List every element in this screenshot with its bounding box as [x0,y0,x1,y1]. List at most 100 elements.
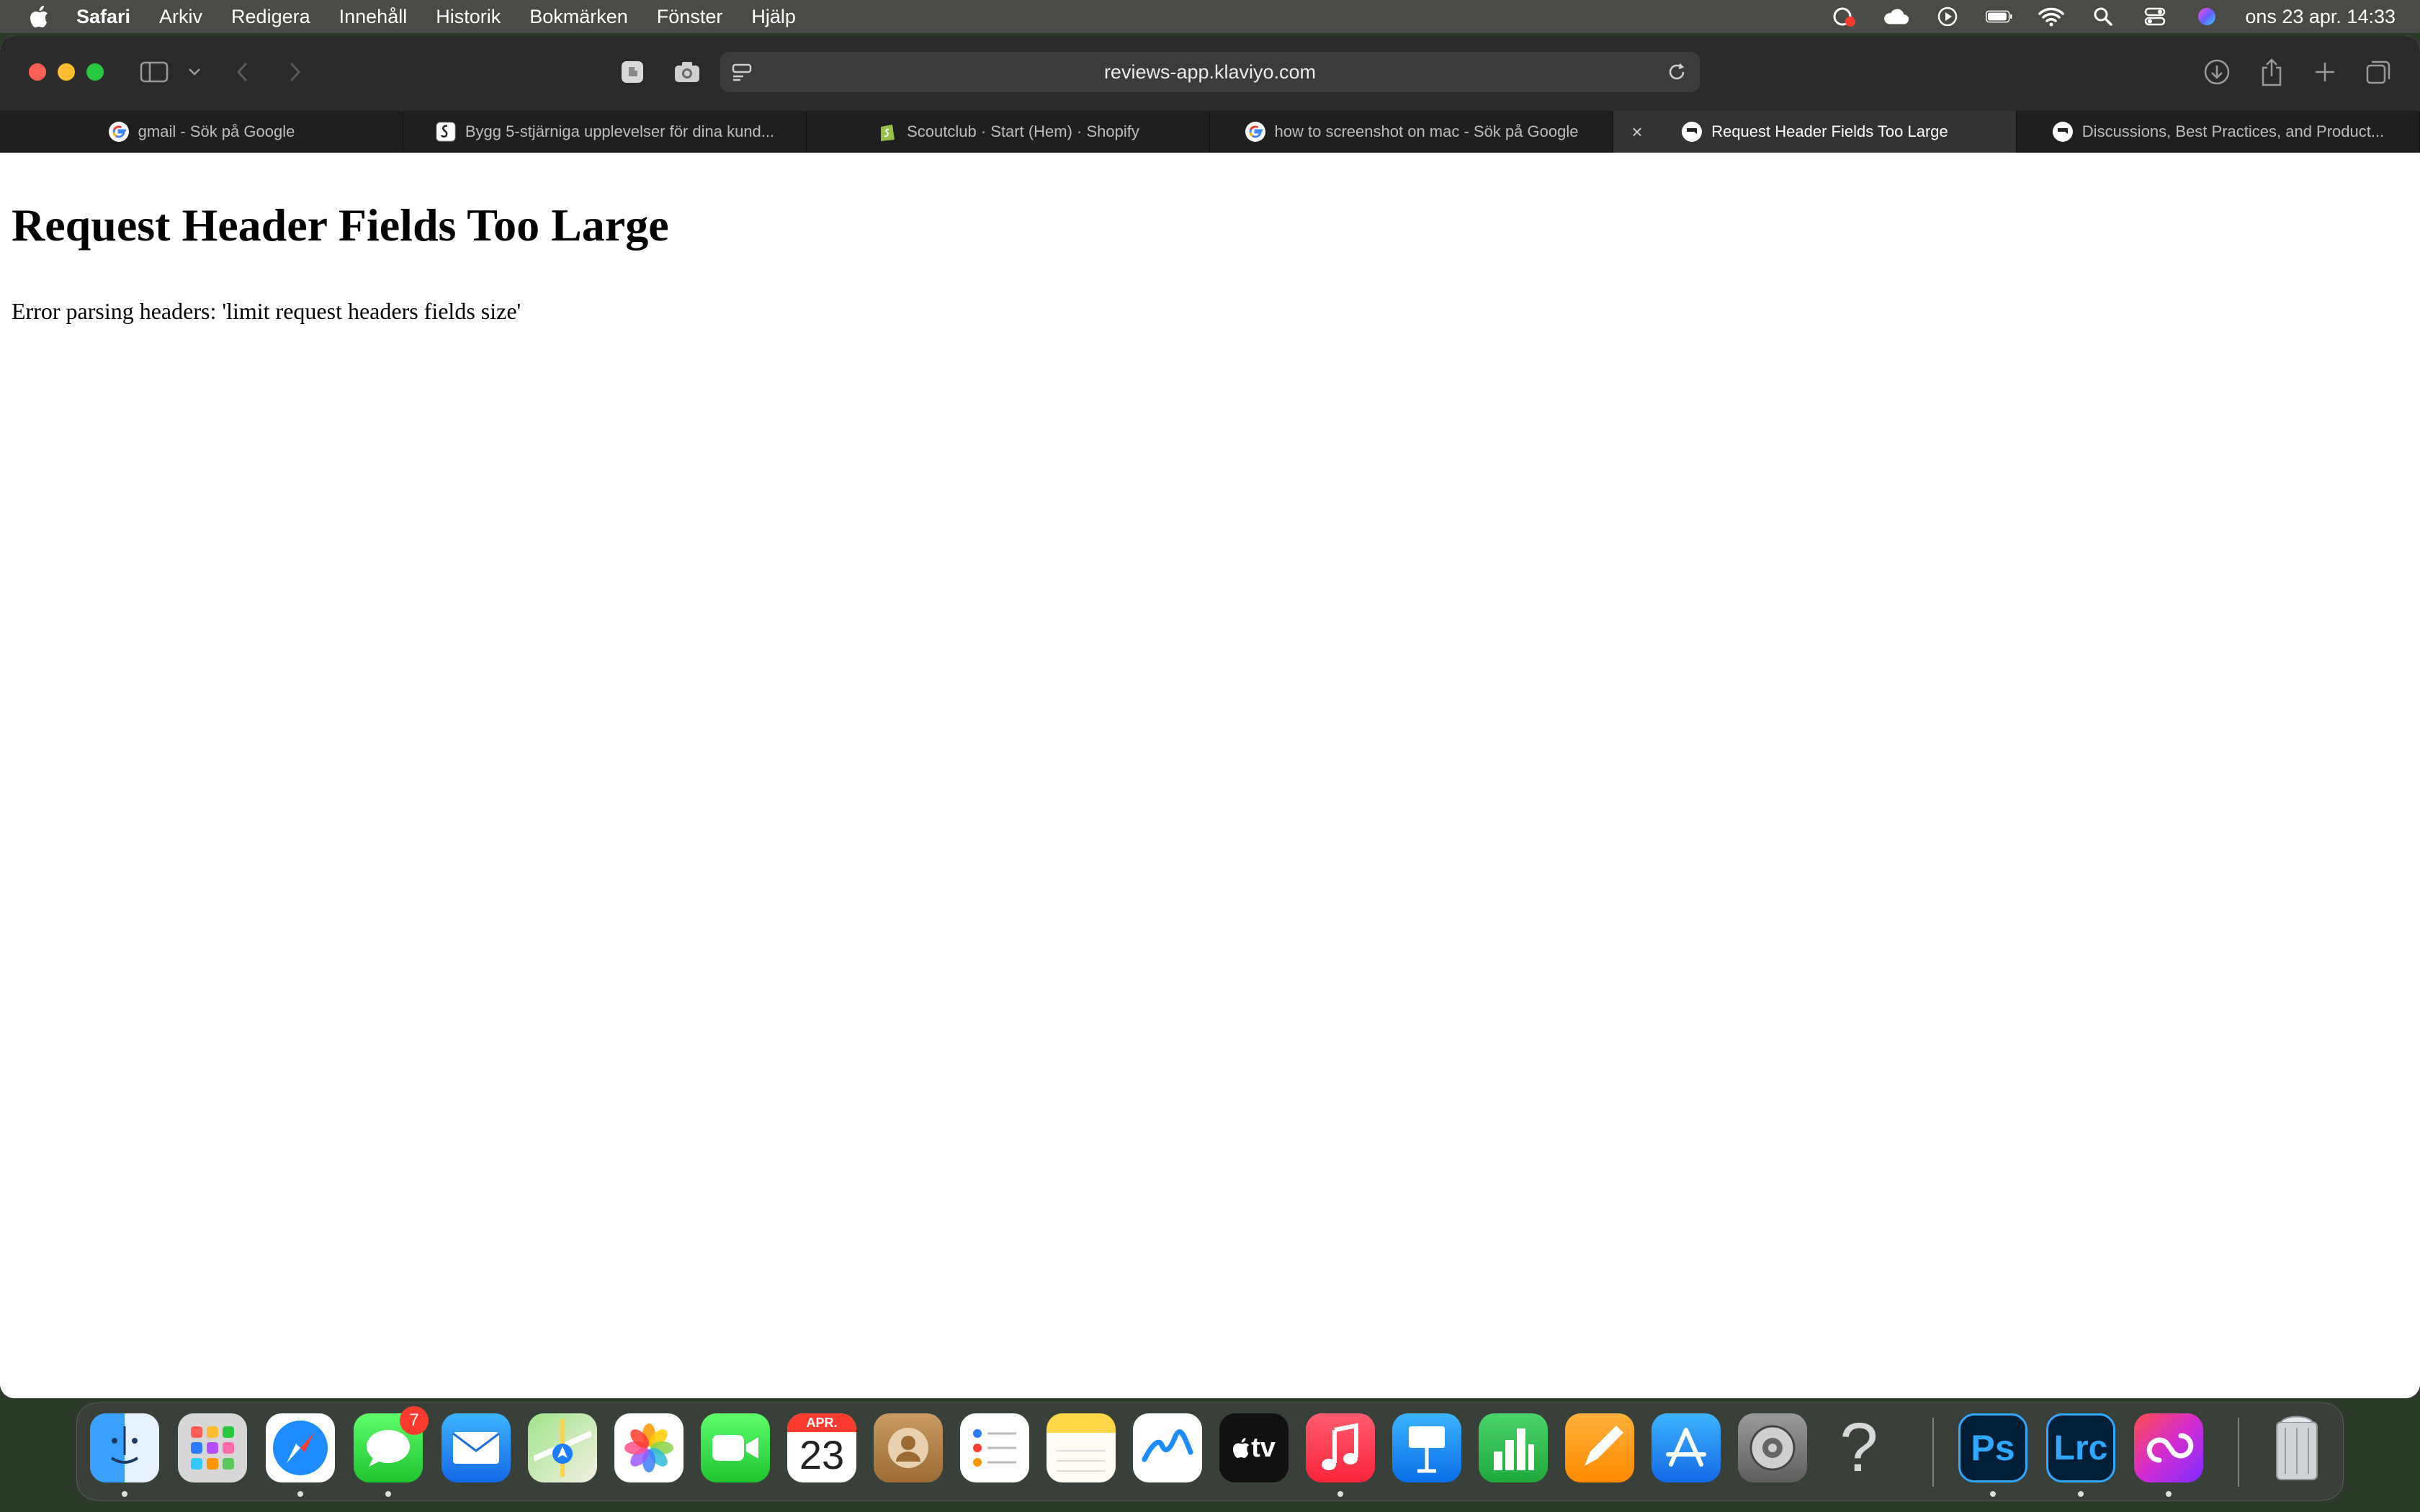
pages-icon[interactable] [1565,1413,1634,1482]
now-playing-icon[interactable] [1934,6,1961,27]
share-icon[interactable] [2257,56,2286,88]
extension-icon[interactable] [619,56,645,88]
tab-bar: gmail - Sök på Google Bygg 5-stjärniga u… [0,111,2420,153]
error-message: Error parsing headers: 'limit request he… [12,298,521,324]
system-settings-icon[interactable] [1738,1413,1807,1482]
tab-title: Discussions, Best Practices, and Product… [2081,122,2385,140]
klaviyo-icon [2052,121,2074,143]
finder-icon[interactable] [90,1413,159,1482]
creative-cloud-status-icon[interactable] [1830,6,1857,27]
apple-menu-icon[interactable] [27,4,52,29]
menu-arkiv[interactable]: Arkiv [159,6,202,28]
calendar-icon[interactable]: APR. 23 [787,1413,856,1482]
contacts-icon[interactable] [874,1413,943,1482]
trash-icon[interactable] [2262,1413,2331,1482]
close-window-button[interactable] [29,63,46,81]
notes-icon[interactable] [1047,1413,1116,1482]
dock-separator [1932,1418,1934,1487]
menu-safari[interactable]: Safari [76,6,130,28]
help-icon[interactable]: ? [1824,1413,1894,1482]
tab-title: Scoutclub · Start (Hem) · Shopify [907,122,1139,140]
photoshop-running-dot [1990,1491,1996,1497]
menu-redigera[interactable]: Redigera [231,6,310,28]
shopify-icon [877,121,898,143]
tab-shopify-scoutclub[interactable]: Scoutclub · Start (Hem) · Shopify [807,111,1210,153]
calendar-month: APR. [787,1413,856,1432]
menu-hjalp[interactable]: Hjälp [751,6,796,28]
reload-icon[interactable] [1665,60,1688,84]
new-tab-icon[interactable] [2311,56,2339,88]
music-icon[interactable] [1306,1413,1375,1482]
numbers-icon[interactable] [1479,1413,1548,1482]
messages-badge: 7 [400,1406,429,1435]
klaviyo-icon [1681,121,1703,143]
apple-tv-label: tv [1251,1432,1276,1463]
facetime-icon[interactable] [701,1413,770,1482]
menu-historik[interactable]: Historik [436,6,501,28]
apple-tv-icon[interactable]: tv [1219,1413,1289,1482]
freeform-icon[interactable] [1133,1413,1202,1482]
fullscreen-window-button[interactable] [86,63,104,81]
launchpad-icon[interactable] [178,1413,247,1482]
page-content: Request Header Fields Too Large Error pa… [0,153,2420,1398]
help-label: ? [1839,1413,1878,1482]
lightroom-label: Lrc [2053,1428,2108,1467]
tab-title: Bygg 5-stjärniga upplevelser för dina ku… [465,122,775,140]
screenshot-extension-icon[interactable] [673,56,702,88]
tab-screenshot-search[interactable]: how to screenshot on mac - Sök på Google [1210,111,1613,153]
address-bar[interactable]: reviews-app.klaviyo.com [720,52,1700,92]
lightroom-classic-icon[interactable]: Lrc [2046,1413,2115,1482]
forward-button-icon[interactable] [284,56,305,88]
shopify-app-icon [435,121,457,143]
messages-running-dot [385,1491,391,1497]
tab-title: gmail - Sök på Google [138,122,295,140]
safari-window: reviews-app.klaviyo.com gmail - Sök på G… [0,36,2420,1398]
safari-toolbar: reviews-app.klaviyo.com [0,36,2420,111]
lightroom-running-dot [2078,1491,2084,1497]
icloud-icon[interactable] [1882,6,1909,27]
menu-innehall[interactable]: Innehåll [339,6,408,28]
dock-separator [2238,1418,2239,1487]
sidebar-dropdown-chevron-icon[interactable] [184,56,205,88]
keynote-icon[interactable] [1392,1413,1461,1482]
tab-overview-icon[interactable] [2364,56,2393,88]
creative-cloud-icon[interactable] [2134,1413,2203,1482]
page-settings-icon[interactable] [730,60,753,84]
photos-icon[interactable] [614,1413,684,1482]
menu-fonster[interactable]: Fönster [657,6,723,28]
wifi-icon[interactable] [2038,6,2065,27]
menu-bokmarken[interactable]: Bokmärken [529,6,628,28]
downloads-icon[interactable] [2202,56,2231,88]
close-tab-icon[interactable]: × [1626,121,1648,143]
spotlight-search-icon[interactable] [2089,6,2117,27]
page-heading: Request Header Fields Too Large [12,199,669,251]
app-store-icon[interactable] [1652,1413,1721,1482]
google-icon [108,121,130,143]
tab-klaviyo-reviews[interactable]: Bygg 5-stjärniga upplevelser för dina ku… [403,111,807,153]
photoshop-label: Ps [1971,1428,2015,1468]
music-running-dot [1337,1491,1343,1497]
tab-request-header-error[interactable]: × Request Header Fields Too Large [1613,111,2017,153]
tab-klaviyo-community[interactable]: Discussions, Best Practices, and Product… [2017,111,2420,153]
minimize-window-button[interactable] [58,63,75,81]
google-icon [1245,121,1266,143]
dock: 7 APR. 23 tv ? Ps Lrc [76,1403,2344,1500]
control-center-icon[interactable] [2141,6,2169,27]
tab-title: how to screenshot on mac - Sök på Google [1274,122,1579,140]
battery-icon[interactable] [1986,6,2013,27]
mail-icon[interactable] [442,1413,511,1482]
photoshop-icon[interactable]: Ps [1958,1413,2027,1482]
siri-icon[interactable] [2193,6,2220,27]
back-button-icon[interactable] [232,56,254,88]
creative-cloud-running-dot [2166,1491,2172,1497]
address-url[interactable]: reviews-app.klaviyo.com [1104,61,1316,84]
menubar-clock[interactable]: ons 23 apr. 14:33 [2245,6,2396,28]
menu-bar: Safari Arkiv Redigera Innehåll Historik … [0,0,2420,33]
tab-title: Request Header Fields Too Large [1711,122,1948,140]
tab-gmail-search[interactable]: gmail - Sök på Google [0,111,403,153]
safari-icon[interactable] [266,1413,335,1482]
finder-running-dot [122,1491,127,1497]
maps-icon[interactable] [528,1413,597,1482]
reminders-icon[interactable] [960,1413,1029,1482]
sidebar-toggle-icon[interactable] [138,56,170,88]
